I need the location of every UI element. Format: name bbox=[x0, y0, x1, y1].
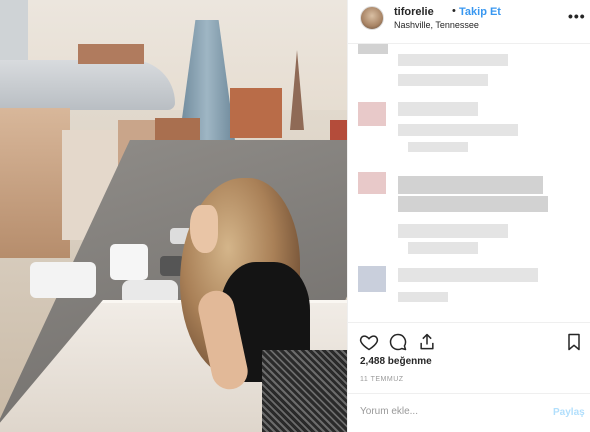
comments-list[interactable] bbox=[348, 44, 590, 322]
blurred-comment bbox=[398, 74, 488, 86]
blurred-avatar bbox=[358, 266, 386, 292]
username-link[interactable]: tiforelie bbox=[394, 6, 434, 18]
blurred-comment bbox=[398, 102, 478, 116]
action-bar bbox=[348, 322, 590, 358]
add-comment-bar: Paylaş bbox=[348, 393, 590, 432]
photo-skirt bbox=[262, 350, 347, 432]
comment-icon[interactable] bbox=[388, 332, 408, 352]
blurred-comment bbox=[398, 124, 518, 136]
blurred-avatar bbox=[358, 44, 388, 54]
post-header: tiforelie • Takip Et Nashville, Tennesse… bbox=[348, 0, 590, 44]
blurred-comment bbox=[398, 54, 508, 66]
separator-dot: • bbox=[452, 5, 456, 17]
post-comment-button[interactable]: Paylaş bbox=[553, 407, 585, 418]
blurred-comment bbox=[398, 268, 538, 282]
photo-face bbox=[190, 205, 218, 253]
like-count[interactable]: 2,488 beğenme bbox=[360, 356, 432, 367]
photo-car bbox=[30, 262, 96, 298]
photo-building bbox=[0, 108, 70, 258]
heart-icon[interactable] bbox=[359, 332, 379, 352]
share-icon[interactable] bbox=[417, 332, 437, 352]
avatar[interactable] bbox=[360, 6, 384, 30]
blurred-comment bbox=[398, 176, 543, 194]
blurred-comment bbox=[408, 242, 478, 254]
blurred-comment bbox=[398, 292, 448, 302]
photo-car bbox=[110, 244, 148, 280]
photo-building bbox=[230, 88, 282, 138]
more-options-icon[interactable]: ••• bbox=[568, 8, 586, 24]
post-date: 11 TEMMUZ bbox=[360, 376, 404, 383]
post-side-panel: tiforelie • Takip Et Nashville, Tennesse… bbox=[347, 0, 590, 432]
photo-building bbox=[0, 60, 175, 110]
photo-building bbox=[78, 44, 144, 64]
blurred-comment bbox=[398, 224, 508, 238]
post-photo[interactable] bbox=[0, 0, 347, 432]
follow-button[interactable]: Takip Et bbox=[459, 6, 501, 18]
comment-input[interactable] bbox=[360, 406, 530, 417]
blurred-comment bbox=[398, 196, 548, 212]
bookmark-icon[interactable] bbox=[564, 332, 584, 352]
blurred-comment bbox=[408, 142, 468, 152]
blurred-avatar bbox=[358, 102, 386, 126]
blurred-avatar bbox=[358, 172, 386, 194]
location-link[interactable]: Nashville, Tennessee bbox=[394, 20, 479, 30]
